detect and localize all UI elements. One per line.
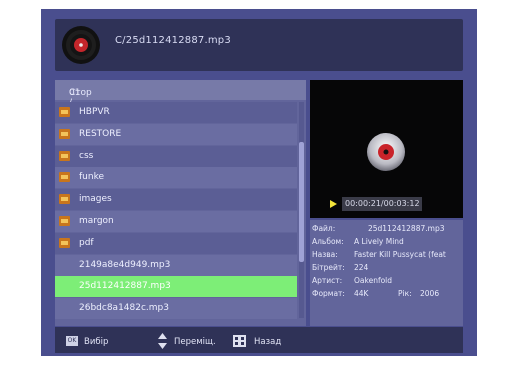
back-hint: Назад (254, 337, 282, 347)
playback-time-value: 00:00:21/00:03:12 (345, 199, 420, 208)
folder-icon (59, 150, 70, 161)
up-down-icon (158, 333, 167, 349)
preview-panel: 00:00:21/00:03:12 (310, 80, 463, 218)
header-bar: C/25d112412887.mp3 (55, 19, 463, 71)
info-row-artist: Артист: Oakenfold (312, 276, 393, 285)
file-list-panel: Стор 01 / 02 HBPVR RESTORE css funke ima… (55, 80, 306, 326)
list-item-label: images (79, 194, 112, 205)
footer-bar: OK Вибір Переміщ. Назад (55, 327, 463, 353)
list-item[interactable]: 26bdc8a1482c.mp3 (55, 298, 297, 320)
list-item[interactable]: funke (55, 167, 297, 189)
file-rows: HBPVR RESTORE css funke images margon pd… (55, 102, 297, 320)
list-item[interactable]: pdf (55, 232, 297, 254)
list-item-label: HBPVR (79, 107, 110, 117)
list-item[interactable]: images (55, 189, 297, 211)
cd-icon (367, 133, 405, 171)
list-item[interactable]: 2149a8e4d949.mp3 (55, 254, 297, 276)
folder-icon (59, 128, 70, 139)
list-item-label: margon (79, 215, 114, 226)
list-item[interactable]: RESTORE (55, 123, 297, 145)
info-row-format: Формат: 44K Рік: 2006 (312, 289, 440, 298)
info-row-file: Файл: 25d112412887.mp3 (312, 224, 445, 233)
folder-icon (59, 237, 70, 248)
list-item[interactable]: css (55, 145, 297, 167)
list-item-label: 25d112412887.mp3 (79, 281, 171, 292)
current-file-path: C/25d112412887.mp3 (115, 35, 231, 46)
folder-icon (59, 215, 70, 226)
list-item-label: css (79, 150, 94, 161)
move-hint: Переміщ. (174, 337, 216, 347)
folder-icon (59, 172, 70, 183)
vinyl-disc-icon (62, 26, 100, 64)
playback-time: 00:00:21/00:03:12 (342, 197, 422, 211)
list-item-label: 2149a8e4d949.mp3 (79, 259, 171, 270)
info-row-bitrate: Бітрейт: 224 (312, 263, 369, 272)
list-item-label: funke (79, 172, 105, 183)
folder-icon (59, 107, 70, 117)
list-item-label: 26bdc8a1482c.mp3 (79, 303, 169, 314)
list-item[interactable]: HBPVR (55, 102, 297, 123)
play-icon (330, 200, 337, 208)
list-item-label: pdf (79, 237, 94, 248)
info-row-album: Альбом: A Lively Mind (312, 237, 404, 246)
list-item-label: RESTORE (79, 128, 122, 139)
page-indicator: Стор 01 / 02 (55, 80, 306, 118)
folder-icon (59, 194, 70, 205)
select-hint: Вибір (84, 337, 109, 347)
list-item-selected[interactable]: 25d112412887.mp3 (55, 276, 297, 298)
scrollbar-thumb[interactable] (299, 142, 304, 262)
track-info-panel: Файл: 25d112412887.mp3 Альбом: A Lively Mi… (310, 220, 463, 326)
grid-icon (233, 335, 246, 347)
info-row-title: Назва: Faster Kill Pussycat (feat (312, 250, 446, 259)
media-browser-screen: C/25d112412887.mp3 Стор 01 / 02 HBPVR RE… (41, 9, 477, 356)
list-item[interactable]: margon (55, 210, 297, 232)
ok-icon: OK (66, 336, 78, 346)
